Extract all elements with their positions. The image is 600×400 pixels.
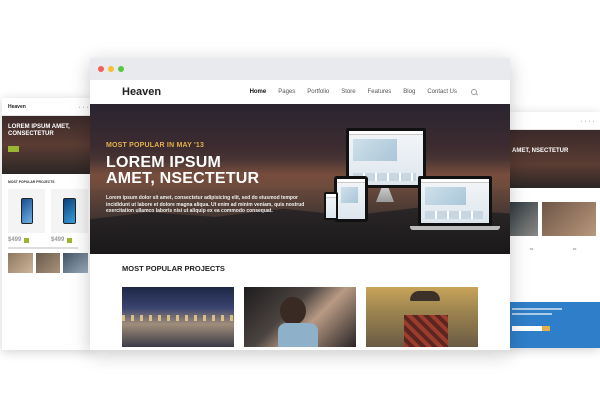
project-thumbnail-3[interactable]	[366, 287, 478, 347]
mini-divider	[8, 247, 78, 249]
mini-nav-links: • • •	[78, 104, 88, 109]
nav-store[interactable]: Store	[341, 89, 355, 95]
hero-headline-line1: LOREM IPSUM	[106, 154, 222, 171]
nav-contact-us[interactable]: Contact Us	[427, 89, 457, 95]
right-mini-nav-links: • • • •	[580, 118, 594, 123]
hero-headline-line2: AMET, NSECTETUR	[106, 170, 260, 187]
projects-section: MOST POPULAR PROJECTS	[90, 254, 510, 347]
mini-logo: Heaven	[8, 103, 26, 110]
hero-blurb: Lorem ipsum dolor sit amet, consectetur …	[106, 195, 305, 215]
hero-kicker: MOST POPULAR IN MAY '13	[106, 142, 205, 149]
subscribe-button	[542, 326, 550, 331]
right-photos	[506, 188, 600, 238]
mini-prices: $499 $499	[2, 235, 94, 245]
mini-section-title: MOST POPULAR PROJECTS	[8, 180, 55, 184]
mini-products	[2, 187, 94, 235]
site-logo[interactable]: Heaven	[122, 86, 161, 98]
laptop-base-image	[410, 226, 500, 230]
maximize-window-dot[interactable]	[118, 66, 124, 72]
nav-blog[interactable]: Blog	[403, 89, 415, 95]
nav-pages[interactable]: Pages	[278, 89, 295, 95]
monitor-stand-image	[376, 188, 394, 202]
hero-text: MOST POPULAR IN MAY '13 LOREM IPSUM AMET…	[106, 142, 306, 215]
mini-navbar: Heaven • • •	[2, 98, 94, 116]
projects-title: MOST POPULAR PROJECTS	[122, 264, 225, 273]
left-preview-screen: Heaven • • • LOREM IPSUM AMET, CONSECTETUR…	[2, 98, 94, 350]
nav-features[interactable]: Features	[368, 89, 392, 95]
project-thumbnail-1[interactable]	[122, 287, 234, 347]
tablet-image	[334, 176, 368, 222]
project-thumbnail-2[interactable]	[244, 287, 356, 347]
phone-image	[324, 192, 338, 220]
right-logos: ▭ ▭	[529, 246, 577, 251]
price-1: $499	[8, 237, 45, 243]
site-navbar: Heaven Home Pages Portfolio Store Featur…	[90, 80, 510, 104]
mini-hero: LOREM IPSUM AMET, CONSECTETUR	[2, 116, 94, 174]
nav-home[interactable]: Home	[250, 89, 267, 95]
hero-banner: MOST POPULAR IN MAY '13 LOREM IPSUM AMET…	[90, 104, 510, 254]
right-hero-title: AMET, NSECTETUR	[512, 148, 569, 154]
showcase-stage: Heaven • • • LOREM IPSUM AMET, CONSECTETUR…	[0, 0, 600, 400]
projects-grid	[122, 287, 510, 347]
right-mini-navbar: • • • •	[506, 112, 600, 130]
browser-chrome	[90, 58, 510, 80]
price-2: $499	[51, 237, 88, 243]
minimize-window-dot[interactable]	[108, 66, 114, 72]
browser-window: Heaven Home Pages Portfolio Store Featur…	[90, 58, 510, 350]
product-phone-2	[51, 189, 88, 233]
main-menu: Home Pages Portfolio Store Features Blog…	[238, 88, 478, 96]
mini-hero-title: LOREM IPSUM AMET, CONSECTETUR	[8, 124, 70, 137]
search-icon[interactable]	[471, 88, 478, 96]
hero-headline: LOREM IPSUM AMET, NSECTETUR	[106, 155, 306, 187]
right-footer	[506, 302, 600, 348]
mini-thumbnails	[2, 251, 94, 275]
close-window-dot[interactable]	[98, 66, 104, 72]
subscribe-field	[512, 326, 542, 331]
product-phone-1	[8, 189, 45, 233]
right-preview-screen: • • • • AMET, NSECTETUR ▭ ▭	[506, 112, 600, 348]
right-mini-hero: AMET, NSECTETUR	[506, 130, 600, 188]
nav-portfolio[interactable]: Portfolio	[307, 89, 329, 95]
mini-hero-button	[8, 146, 19, 153]
laptop-image	[418, 176, 492, 226]
